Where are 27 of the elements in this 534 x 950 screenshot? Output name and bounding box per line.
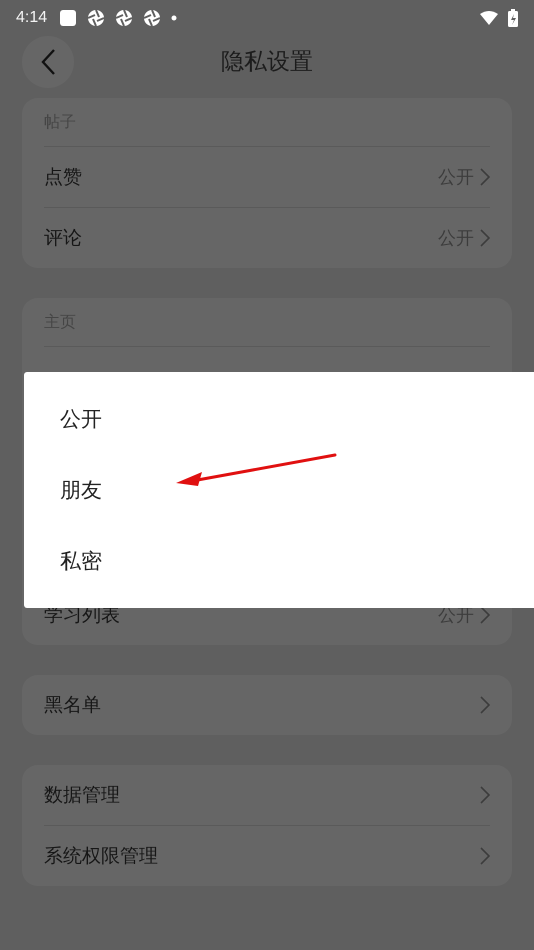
chevron-icon [480, 786, 490, 804]
chevron-icon [480, 847, 490, 865]
status-time: 4:14 [16, 9, 48, 27]
menu-option[interactable]: 私密 [60, 546, 102, 574]
row-label: 评论 [44, 226, 83, 251]
menu-option[interactable]: 朋友 [60, 476, 102, 504]
row-label: 系统权限管理 [44, 844, 159, 869]
chevron-icon [480, 168, 490, 186]
aperture-icon [143, 9, 162, 27]
row-label: 黑名单 [44, 693, 102, 718]
chevron-icon [480, 229, 490, 247]
menu-option[interactable]: 公开 [60, 404, 102, 432]
chevron-icon [480, 606, 490, 624]
row-label: 数据管理 [44, 783, 121, 808]
back-icon [40, 48, 56, 76]
settings-row[interactable]: 系统权限管理 [44, 826, 490, 886]
battery-icon [508, 9, 518, 27]
notification-icon [59, 9, 78, 27]
aperture-icon [115, 9, 134, 27]
settings-row[interactable]: 黑名单 [44, 675, 490, 735]
dot-icon [171, 15, 178, 21]
wifi-icon [480, 11, 498, 25]
chevron-icon [480, 696, 490, 714]
settings-row[interactable]: 数据管理 [44, 765, 490, 826]
row-label: 点赞 [44, 165, 83, 190]
aperture-icon [87, 9, 106, 27]
page-title: 隐私设置 [221, 48, 313, 76]
